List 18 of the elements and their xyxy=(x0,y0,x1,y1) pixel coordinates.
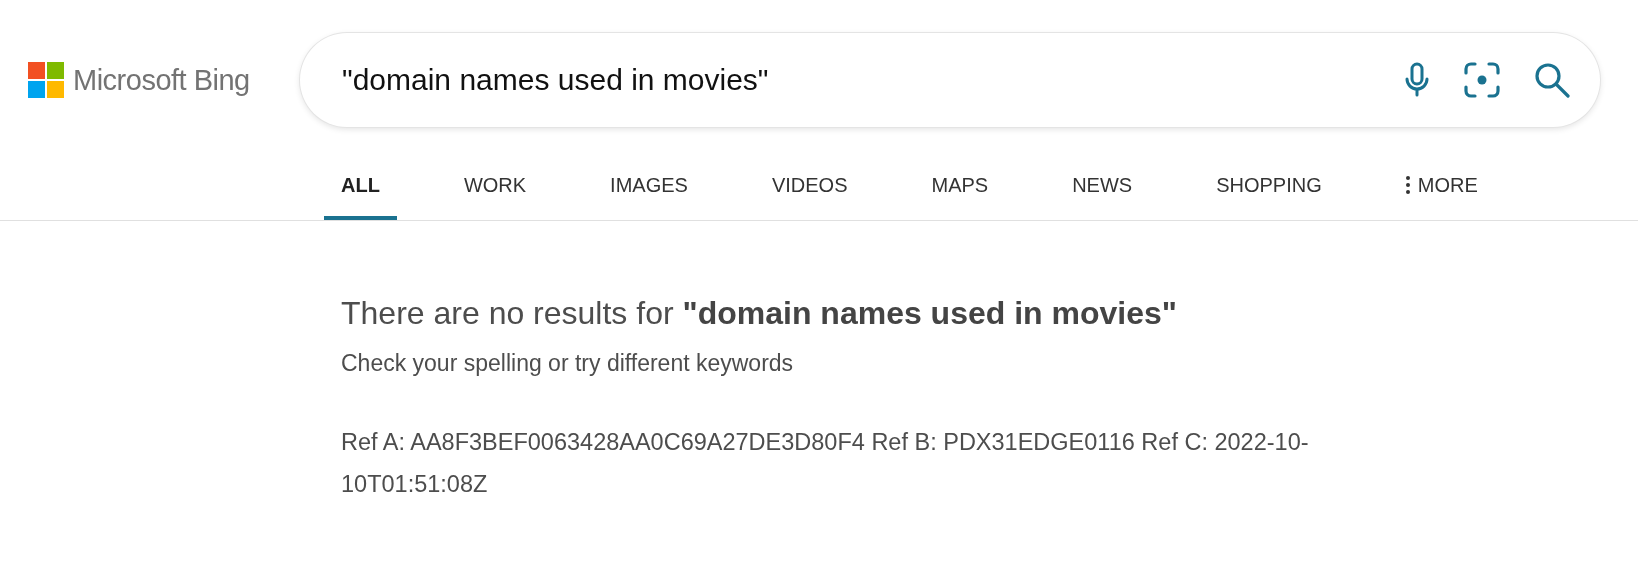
nav-tab[interactable]: NEWS xyxy=(1055,154,1150,220)
logo-icon xyxy=(28,62,64,98)
microphone-icon[interactable] xyxy=(1404,62,1430,98)
nav-tab[interactable]: VIDEOS xyxy=(754,154,865,220)
nav-tab[interactable]: ALL xyxy=(324,154,397,220)
nav-tab[interactable]: IMAGES xyxy=(593,154,705,220)
camera-search-icon[interactable] xyxy=(1464,62,1500,98)
nav-tab[interactable]: MAPS xyxy=(914,154,1006,220)
search-icon[interactable] xyxy=(1534,62,1570,98)
search-input[interactable]: "domain names used in movies" xyxy=(340,62,1370,98)
hint-text: Check your spelling or try different keywords xyxy=(341,350,795,377)
reference-text: Ref A: AA8F3BEF0063428AA0C69A27DE3D80F4 Ref B: PDX31EDGE0116 Ref C: 2022-10-10T01:51:08Z xyxy=(341,428,1310,499)
logo-text: Microsoft Bing xyxy=(73,63,250,97)
no-results-heading: There are no results for "domain names used in movies" xyxy=(341,295,1178,332)
nav-tab[interactable]: SHOPPING xyxy=(1199,154,1339,220)
nav-tab[interactable]: MORE xyxy=(1388,154,1495,220)
more-icon xyxy=(1405,176,1410,194)
nav-tab[interactable]: WORK xyxy=(446,154,544,220)
